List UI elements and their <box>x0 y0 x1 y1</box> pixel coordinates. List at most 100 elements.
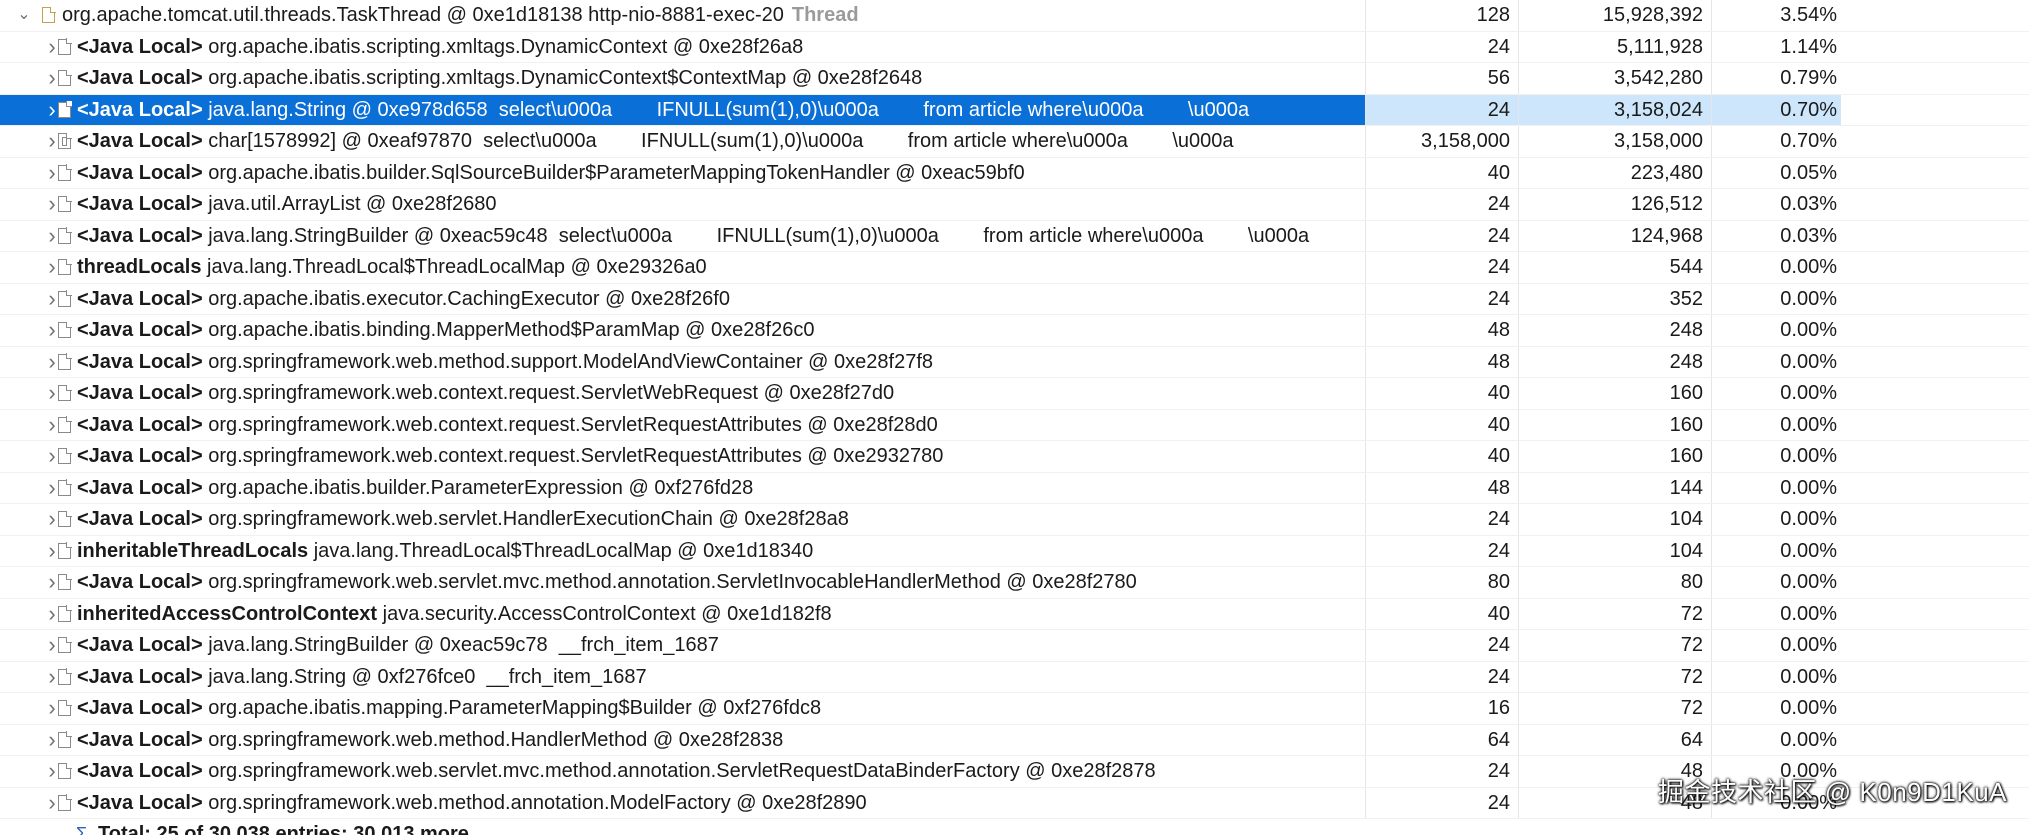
table-row[interactable]: › <Java Local> java.lang.StringBuilder @ … <box>0 220 2029 252</box>
reference-tag: <Java Local> <box>77 67 203 89</box>
object-cell: › <Java Local> org.springframework.web.me… <box>0 347 1365 378</box>
retained-heap-cell: 64 <box>1518 724 1711 755</box>
table-row[interactable]: › threadLocals java.lang.ThreadLocal$Thre… <box>0 252 2029 284</box>
table-row[interactable]: › <Java Local> org.apache.ibatis.builder.… <box>0 157 2029 189</box>
object-cell: › threadLocals java.lang.ThreadLocal$Thre… <box>0 252 1365 283</box>
file-icon <box>58 258 72 275</box>
table-row[interactable]: › <Java Local> org.apache.ibatis.scriptin… <box>0 63 2029 95</box>
retained-heap-cell: 223,480 <box>1518 157 1711 188</box>
table-row[interactable]: › <Java Local> org.springframework.web.co… <box>0 441 2029 473</box>
file-icon <box>58 731 72 748</box>
heap-tree-table[interactable]: ⌄ org.apache.tomcat.util.threads.TaskThr… <box>0 0 2029 835</box>
shallow-heap-cell: 24 <box>1365 283 1518 314</box>
object-cell: › <Java Local> java.lang.StringBuilder @ … <box>0 221 1365 252</box>
table-row[interactable]: › <Java Local> java.lang.String @ 0xf276f… <box>0 661 2029 693</box>
reference-tag: <Java Local> <box>77 287 203 310</box>
table-row[interactable]: › <Java Local> org.springframework.web.me… <box>0 724 2029 756</box>
file-icon <box>58 290 72 307</box>
object-cell: › <Java Local> org.springframework.web.se… <box>0 567 1365 598</box>
object-cell: › <Java Local> org.springframework.web.se… <box>0 504 1365 535</box>
file-icon <box>58 227 72 244</box>
shallow-heap-cell: 40 <box>1365 157 1518 188</box>
object-text: org.springframework.web.method.HandlerMe… <box>208 728 784 751</box>
shallow-heap-cell: 40 <box>1365 378 1518 409</box>
object-text: java.lang.String @ 0xe978d658 select\u00… <box>208 98 1250 121</box>
object-cell: › <Java Local> org.springframework.web.me… <box>0 725 1365 756</box>
reference-tag: threadLocals <box>77 256 202 278</box>
percentage-cell: 0.00% <box>1711 409 1841 440</box>
object-cell: › <Java Local> org.apache.ibatis.builder.… <box>0 473 1365 504</box>
object-text: org.springframework.web.context.request.… <box>208 445 944 467</box>
file-icon <box>58 573 72 590</box>
table-row[interactable]: › <Java Local> org.springframework.web.se… <box>0 567 2029 599</box>
percentage-cell: 0.03% <box>1711 189 1841 220</box>
table-row-root-thread[interactable]: ⌄ org.apache.tomcat.util.threads.TaskThr… <box>0 0 2029 32</box>
sigma-icon: Σ <box>76 824 88 835</box>
percentage-cell: 0.00% <box>1711 724 1841 755</box>
file-icon <box>58 38 72 55</box>
shallow-heap-cell: 24 <box>1365 661 1518 692</box>
shallow-heap-cell: 24 <box>1365 220 1518 251</box>
object-text: java.lang.StringBuilder @ 0xeac59c78 __f… <box>208 634 719 656</box>
object-text: org.apache.ibatis.binding.MapperMethod$P… <box>208 319 815 341</box>
retained-heap-cell: 248 <box>1518 346 1711 377</box>
percentage-cell: 0.00% <box>1711 346 1841 377</box>
shallow-heap-cell: 24 <box>1365 630 1518 661</box>
percentage-cell: 0.00% <box>1711 283 1841 314</box>
shallow-heap-cell: 128 <box>1365 0 1518 31</box>
retained-heap-cell: 160 <box>1518 409 1711 440</box>
table-row[interactable]: › <Java Local> org.apache.ibatis.builder.… <box>0 472 2029 504</box>
table-row[interactable]: › <Java Local> org.apache.ibatis.scriptin… <box>0 31 2029 63</box>
percentage-cell: 0.00% <box>1711 661 1841 692</box>
table-row[interactable]: › <Java Local> org.springframework.web.me… <box>0 346 2029 378</box>
table-row[interactable]: › inheritableThreadLocals java.lang.Threa… <box>0 535 2029 567</box>
table-row[interactable]: › <Java Local> java.lang.String @ 0xe978d… <box>0 94 2029 126</box>
table-row[interactable]: › <Java Local> java.util.ArrayList @ 0xe2… <box>0 189 2029 221</box>
file-icon <box>58 416 72 433</box>
file-icon <box>58 636 72 653</box>
percentage-cell: 0.70% <box>1711 126 1841 157</box>
retained-heap-cell: 544 <box>1518 252 1711 283</box>
object-text: org.springframework.web.servlet.HandlerE… <box>208 508 849 530</box>
reference-tag: inheritedAccessControlContext <box>77 602 378 625</box>
file-icon <box>58 510 72 527</box>
watermark: 掘金技术社区 @ K0n9D1KuA <box>1658 777 2007 807</box>
table-row[interactable]: › <Java Local> org.springframework.web.se… <box>0 504 2029 536</box>
object-cell: › <Java Local> org.springframework.web.co… <box>0 410 1365 441</box>
reference-tag: <Java Local> <box>77 728 203 751</box>
table-row[interactable]: › <Java Local> java.lang.StringBuilder @ … <box>0 630 2029 662</box>
table-row[interactable]: › <Java Local> org.springframework.web.co… <box>0 409 2029 441</box>
shallow-heap-cell: 24 <box>1365 31 1518 62</box>
retained-heap-cell: 104 <box>1518 504 1711 535</box>
object-text: org.apache.tomcat.util.threads.TaskThrea… <box>62 4 784 26</box>
retained-heap-cell: 160 <box>1518 441 1711 472</box>
object-text: org.springframework.web.context.request.… <box>208 413 938 436</box>
total-row[interactable]: Σ Total: 25 of 30,038 entries; 30,013 mo… <box>0 819 2029 835</box>
percentage-cell: 0.05% <box>1711 157 1841 188</box>
object-text: java.util.ArrayList @ 0xe28f2680 <box>208 193 497 215</box>
table-row[interactable]: › <Java Local> char[1578992] @ 0xeaf97870… <box>0 126 2029 158</box>
reference-tag: <Java Local> <box>77 508 203 530</box>
file-icon <box>58 164 72 181</box>
object-text: java.lang.String @ 0xf276fce0 __frch_ite… <box>208 665 647 688</box>
retained-heap-cell: 80 <box>1518 567 1711 598</box>
reference-tag: <Java Local> <box>77 350 203 373</box>
table-row[interactable]: › <Java Local> org.apache.ibatis.binding.… <box>0 315 2029 347</box>
percentage-cell: 0.00% <box>1711 378 1841 409</box>
table-row[interactable]: › inheritedAccessControlContext java.secu… <box>0 598 2029 630</box>
shallow-heap-cell: 56 <box>1365 63 1518 94</box>
file-icon <box>58 479 72 496</box>
table-row[interactable]: › <Java Local> org.springframework.web.co… <box>0 378 2029 410</box>
object-cell: › <Java Local> org.springframework.web.co… <box>0 378 1365 409</box>
shallow-heap-cell: 48 <box>1365 472 1518 503</box>
object-text: org.apache.ibatis.mapping.ParameterMappi… <box>208 697 822 719</box>
reference-tag: <Java Local> <box>77 476 203 499</box>
chevron-down-icon[interactable]: ⌄ <box>14 0 34 31</box>
object-text: char[1578992] @ 0xeaf97870 select\u000a … <box>208 130 1234 152</box>
file-icon <box>58 321 72 338</box>
file-icon <box>58 447 72 464</box>
object-text: org.springframework.web.method.annotatio… <box>208 791 867 814</box>
table-row[interactable]: › <Java Local> org.apache.ibatis.mapping.… <box>0 693 2029 725</box>
object-cell: › <Java Local> java.lang.StringBuilder @ … <box>0 630 1365 661</box>
table-row[interactable]: › <Java Local> org.apache.ibatis.executor… <box>0 283 2029 315</box>
